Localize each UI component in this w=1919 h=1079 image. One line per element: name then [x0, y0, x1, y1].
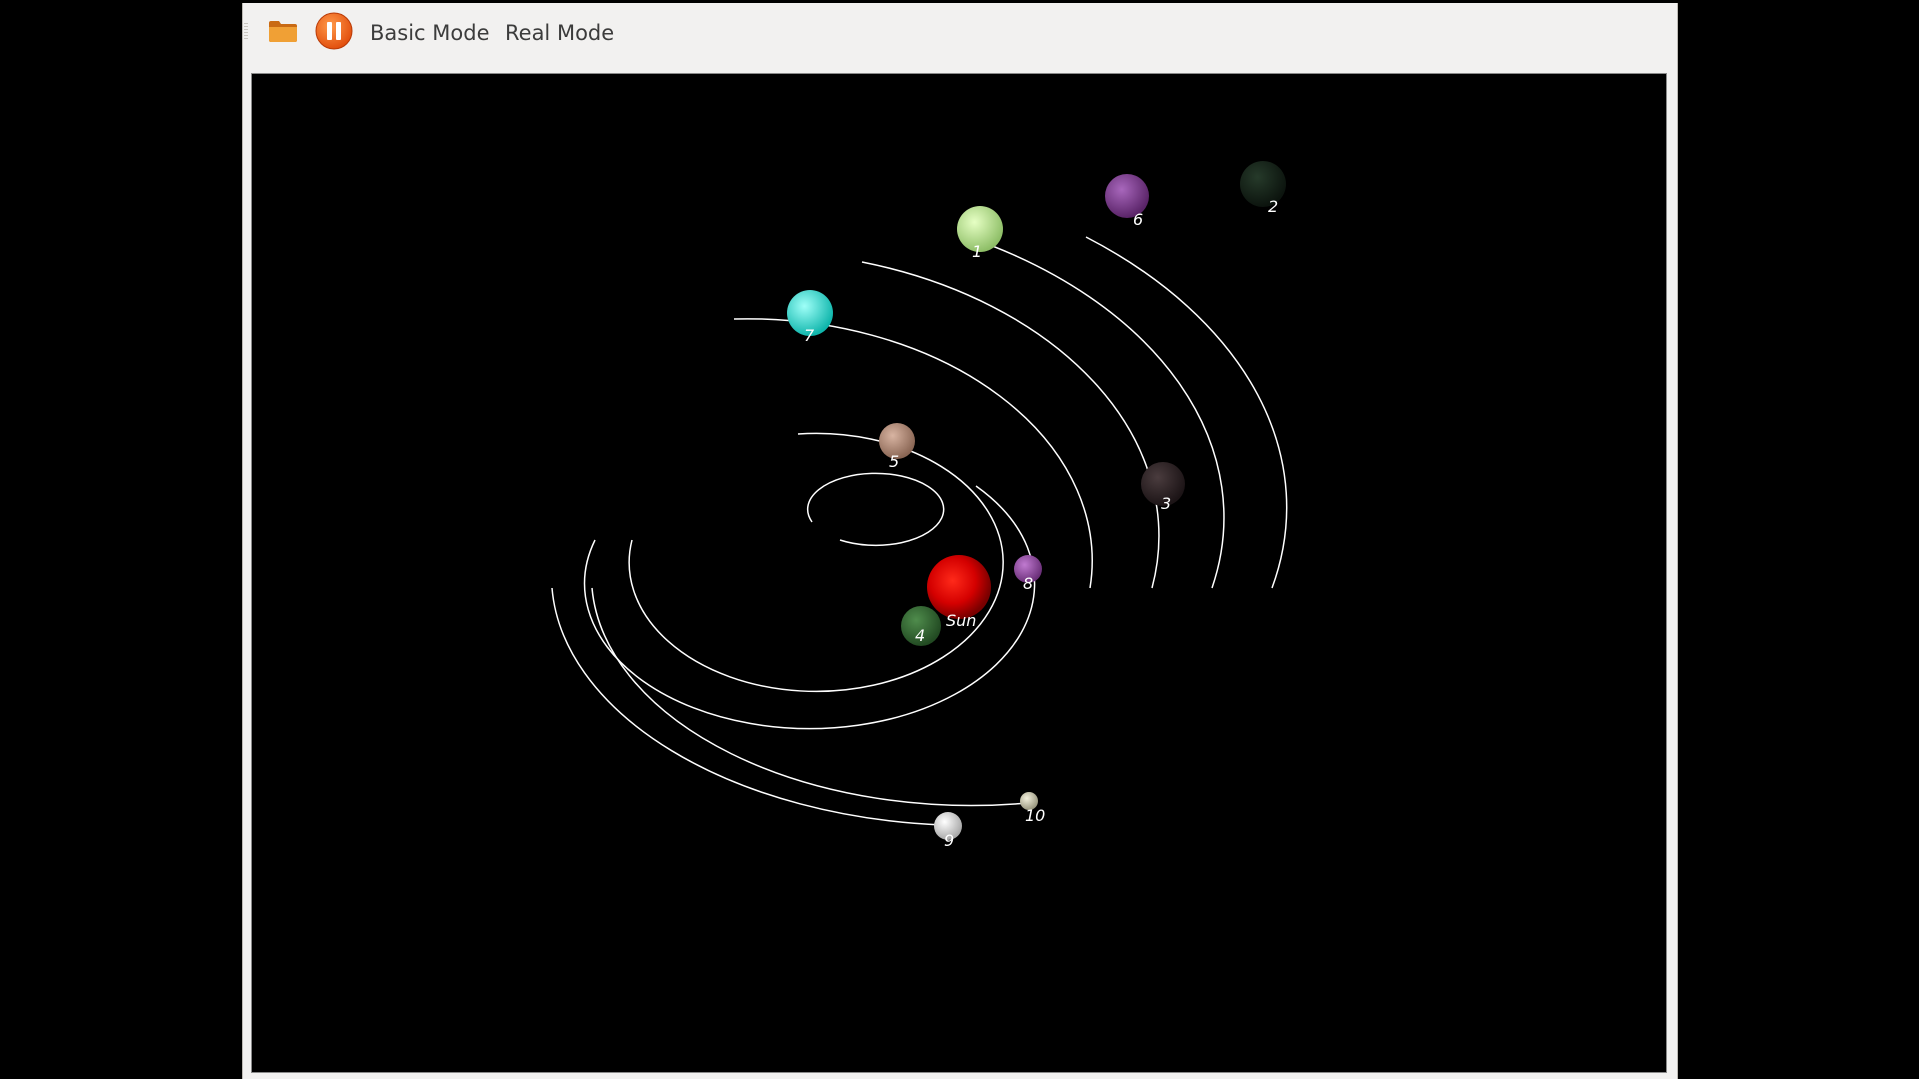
planet-label: 8 — [1023, 574, 1033, 593]
orbit-path-7 — [733, 318, 1093, 589]
pause-icon — [315, 12, 353, 54]
planet-8[interactable]: 8 — [1014, 555, 1042, 593]
sun-label: Sun — [946, 611, 976, 630]
orbit-path-9 — [551, 587, 943, 826]
planet-label: 9 — [944, 831, 954, 850]
real-mode-button[interactable]: Real Mode — [505, 17, 614, 49]
planet-body — [1240, 161, 1286, 207]
planet-label: 2 — [1268, 197, 1278, 216]
toolbar-grip[interactable] — [244, 23, 248, 41]
orbit-path-2 — [1085, 236, 1288, 589]
folder-icon — [268, 19, 298, 47]
orbit-path-1 — [861, 261, 1160, 589]
solar-system-scene: Sun 1 2 3 4 5 6 7 8 9 10 — [551, 161, 1288, 850]
open-button[interactable] — [263, 13, 303, 53]
planet-label: 4 — [915, 626, 925, 645]
planet-label: 7 — [804, 326, 815, 345]
planet-1[interactable]: 1 — [957, 206, 1003, 261]
sun-body — [927, 555, 991, 619]
planet-9[interactable]: 9 — [934, 812, 962, 850]
orbit-path-8 — [806, 472, 945, 547]
planet-5[interactable]: 5 — [879, 423, 915, 471]
planet-label: 6 — [1133, 210, 1143, 229]
planet-3[interactable]: 3 — [1141, 462, 1185, 513]
toolbar: Basic Mode Real Mode — [243, 3, 1677, 69]
planet-10[interactable]: 10 — [1020, 792, 1045, 825]
basic-mode-button[interactable]: Basic Mode — [370, 17, 490, 49]
planet-label: 3 — [1161, 494, 1171, 513]
planet-6[interactable]: 6 — [1105, 174, 1149, 229]
planet-label: 1 — [972, 242, 982, 261]
simulation-viewport[interactable]: Sun 1 2 3 4 5 6 7 8 9 10 — [251, 73, 1667, 1073]
planet-7[interactable]: 7 — [787, 290, 833, 345]
pause-button[interactable] — [314, 12, 354, 54]
planet-label: 10 — [1025, 806, 1045, 825]
app-window: Basic Mode Real Mode Sun 1 2 3 4 5 6 7 8… — [242, 3, 1678, 1079]
orbit-paths — [551, 236, 1288, 826]
planet-label: 5 — [889, 452, 899, 471]
planet-2[interactable]: 2 — [1240, 161, 1286, 216]
orbit-path-6 — [967, 236, 1225, 589]
planet-4[interactable]: 4 — [901, 606, 941, 646]
